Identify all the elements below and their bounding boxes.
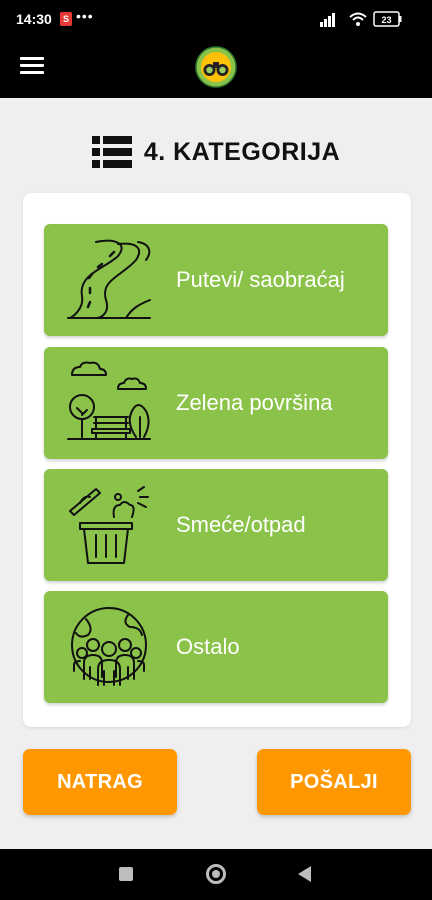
home-circle-icon[interactable] xyxy=(206,864,226,884)
status-indicators: 23 xyxy=(320,11,402,27)
more-notifications-icon: ••• xyxy=(76,8,94,24)
battery-icon: 23 xyxy=(373,11,402,27)
status-time: 14:30 xyxy=(16,11,52,27)
hamburger-menu-icon[interactable] xyxy=(20,57,44,77)
notification-app-icon: S xyxy=(60,12,72,26)
category-label: Putevi/ saobraćaj xyxy=(176,267,345,292)
park-icon xyxy=(67,361,151,440)
trash-bin-icon xyxy=(69,486,149,564)
back-triangle-icon[interactable] xyxy=(298,866,311,882)
recents-square-icon[interactable] xyxy=(119,867,133,881)
road-icon xyxy=(67,239,151,319)
category-other-button[interactable]: Ostalo xyxy=(44,591,388,703)
system-nav-bar xyxy=(0,849,432,900)
back-button[interactable]: NATRAG xyxy=(23,749,177,815)
category-green-area-button[interactable]: Zelena površina xyxy=(44,347,388,459)
app-bar xyxy=(0,38,432,98)
wifi-icon xyxy=(349,12,367,26)
binoculars-logo-icon xyxy=(195,46,237,88)
category-card: Putevi/ saobraćaj Zelena površina Smeće/… xyxy=(23,193,411,727)
send-button[interactable]: POŠALJI xyxy=(257,749,411,815)
people-globe-icon xyxy=(71,607,147,686)
category-label: Smeće/otpad xyxy=(176,512,306,537)
category-label: Zelena površina xyxy=(176,390,333,415)
signal-icon xyxy=(320,13,335,27)
category-roads-button[interactable]: Putevi/ saobraćaj xyxy=(44,224,388,336)
page-title-text: 4. KATEGORIJA xyxy=(143,137,341,166)
category-waste-button[interactable]: Smeće/otpad xyxy=(44,469,388,581)
list-icon xyxy=(91,136,132,168)
battery-level: 23 xyxy=(381,15,391,25)
category-label: Ostalo xyxy=(176,634,240,659)
page-title: 4. KATEGORIJA xyxy=(0,134,432,170)
status-bar: 14:30 S ••• 23 xyxy=(0,0,432,38)
